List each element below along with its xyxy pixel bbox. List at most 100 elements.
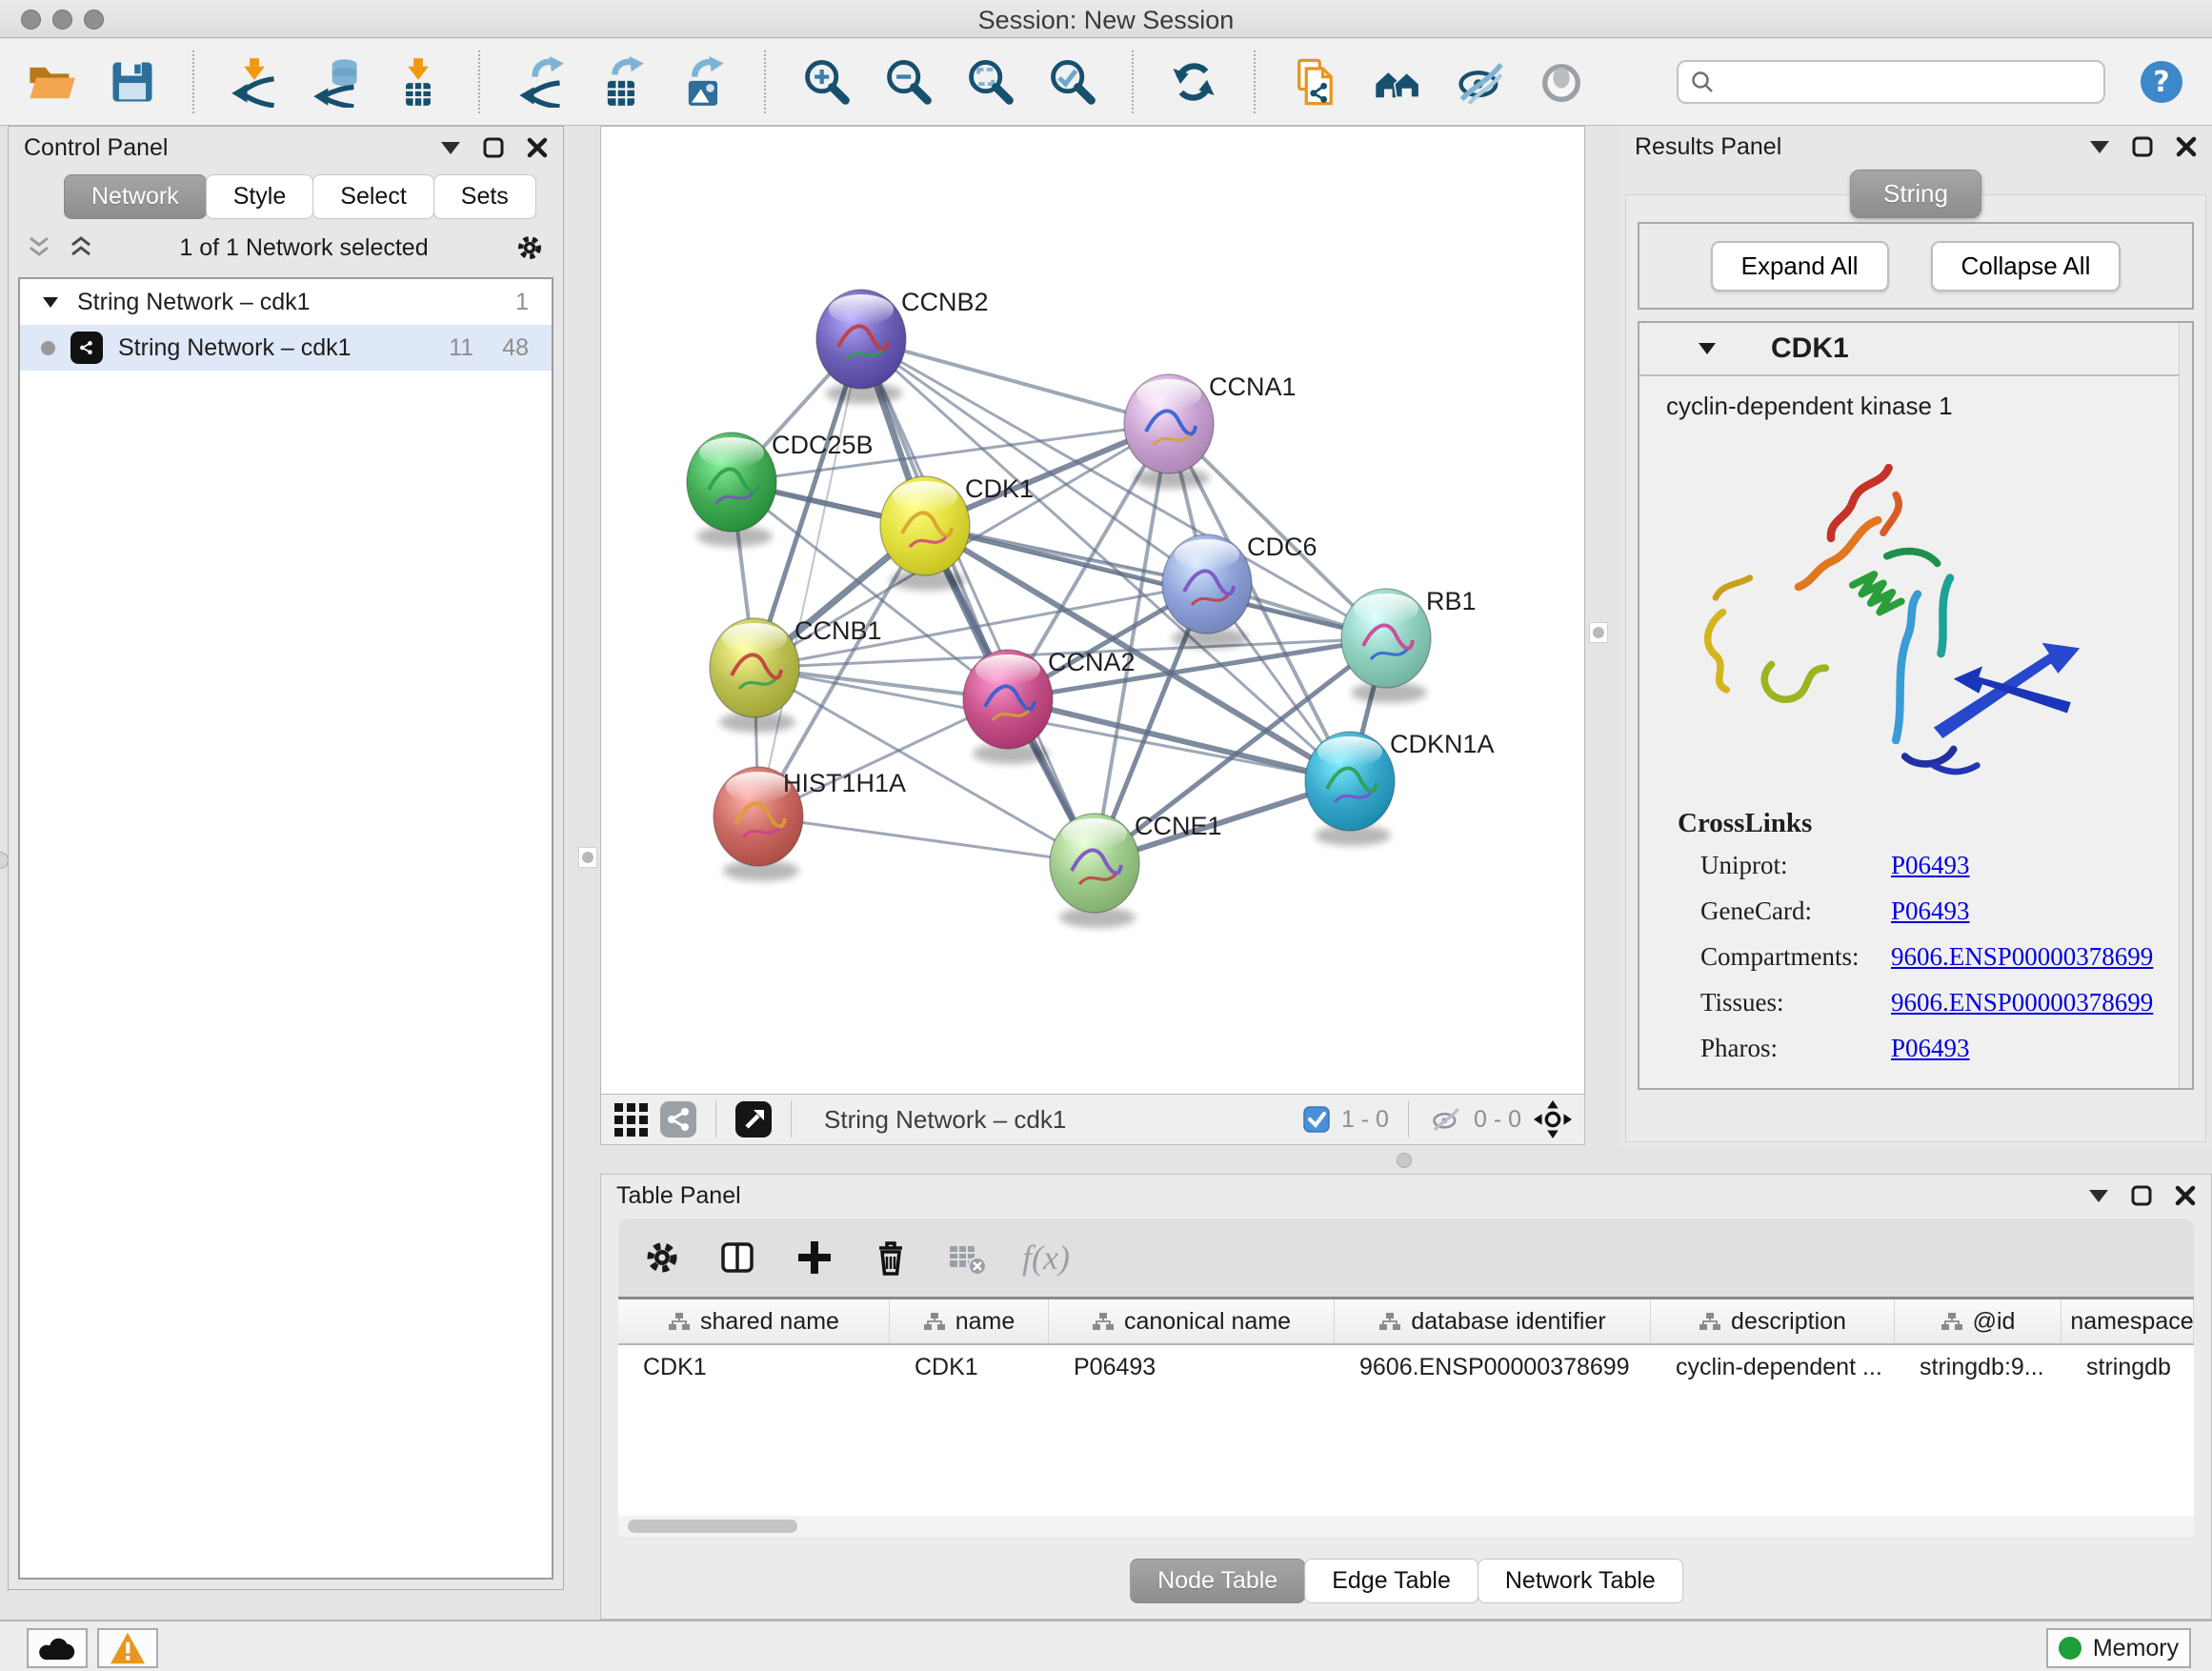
selected-checkbox-icon[interactable] [1303, 1106, 1330, 1133]
network-options-gear-icon[interactable] [513, 232, 546, 264]
memory-button[interactable]: Memory [2046, 1628, 2191, 1668]
column-header[interactable]: description [1651, 1299, 1895, 1343]
section-expanded-icon[interactable] [1699, 343, 1716, 354]
cell-shared-name[interactable]: CDK1 [618, 1345, 890, 1389]
cell-description[interactable]: cyclin-dependent ... [1651, 1345, 1895, 1389]
help-button[interactable]: ? [2136, 56, 2187, 108]
column-header[interactable]: @id [1895, 1299, 2061, 1343]
tab-node-table[interactable]: Node Table [1130, 1559, 1305, 1603]
zoom-selected-button[interactable] [1046, 56, 1097, 108]
grid-view-icon[interactable] [613, 1101, 649, 1137]
network-collection-row[interactable]: String Network – cdk1 1 [20, 279, 552, 325]
network-node-CDKN1A[interactable]: CDKN1A [1305, 730, 1495, 846]
create-column-plus-icon[interactable] [794, 1237, 835, 1278]
float-panel-icon[interactable] [441, 142, 460, 154]
edge-CCNE1-HIST1H1A[interactable] [758, 816, 1095, 863]
collapse-all-icon[interactable] [26, 236, 52, 259]
import-database-button[interactable] [311, 56, 362, 108]
results-scrollbar[interactable] [2179, 323, 2192, 1088]
network-node-CCNA1[interactable]: CCNA1 [1124, 372, 1297, 489]
toolbar-search[interactable] [1677, 60, 2105, 104]
zoom-in-button[interactable] [800, 56, 852, 108]
maximize-panel-icon[interactable] [2131, 1185, 2152, 1206]
tab-network[interactable]: Network [64, 174, 207, 219]
open-session-button[interactable] [25, 56, 76, 108]
tab-network-table[interactable]: Network Table [1478, 1559, 1683, 1603]
node-table[interactable]: shared name name canonical name database… [618, 1297, 2194, 1537]
horizontal-splitter[interactable] [600, 1146, 2212, 1174]
table-row[interactable]: CDK1 CDK1 P06493 9606.ENSP00000378699 cy… [618, 1345, 2194, 1389]
network-node-RB1[interactable]: RB1 [1341, 587, 1477, 703]
show-columns-icon[interactable] [717, 1237, 759, 1278]
close-panel-icon[interactable] [2176, 136, 2197, 157]
home-button[interactable] [1372, 56, 1423, 108]
left-splitter-handle[interactable] [578, 847, 597, 868]
node-label-CCNB1: CCNB1 [794, 616, 882, 645]
close-panel-icon[interactable] [527, 137, 548, 158]
export-table-button[interactable] [596, 56, 648, 108]
import-table-button[interactable] [392, 56, 444, 108]
export-image-button[interactable] [678, 56, 730, 108]
zoom-out-button[interactable] [882, 56, 934, 108]
network-node-CCNB2[interactable]: CCNB2 [816, 288, 989, 404]
export-network-button[interactable] [514, 56, 566, 108]
save-session-button[interactable] [107, 56, 158, 108]
warning-status-button[interactable] [97, 1628, 158, 1668]
right-splitter-handle[interactable] [1589, 622, 1608, 643]
column-header[interactable]: database identifier [1335, 1299, 1651, 1343]
close-panel-icon[interactable] [2175, 1185, 2196, 1206]
scrollbar-thumb[interactable] [628, 1520, 797, 1533]
cell-canonical-name[interactable]: P06493 [1049, 1345, 1335, 1389]
collection-expanded-icon[interactable] [43, 297, 58, 308]
cell-namespace[interactable]: stringdb [2061, 1345, 2194, 1389]
network-node-CCNE1[interactable]: CCNE1 [1050, 812, 1222, 928]
hide-glass-button[interactable] [1454, 56, 1505, 108]
expand-all-button[interactable]: Expand All [1711, 241, 1889, 292]
tab-edge-table[interactable]: Edge Table [1304, 1559, 1478, 1603]
horizontal-splitter-handle[interactable] [1397, 1153, 1412, 1168]
float-panel-icon[interactable] [2090, 141, 2109, 153]
search-input[interactable] [1722, 69, 2092, 95]
column-header[interactable]: shared name [618, 1299, 890, 1343]
table-options-gear-icon[interactable] [641, 1237, 683, 1278]
show-glass-button[interactable] [1536, 56, 1587, 108]
share-document-button[interactable] [1290, 56, 1341, 108]
tab-string[interactable]: String [1850, 170, 1981, 218]
protein-section-header[interactable]: CDK1 [1639, 323, 2192, 376]
column-header[interactable]: name [890, 1299, 1049, 1343]
network-node-CDC25B[interactable]: CDC25B [687, 431, 874, 547]
cell-database-identifier[interactable]: 9606.ENSP00000378699 [1335, 1345, 1651, 1389]
maximize-panel-icon[interactable] [483, 137, 504, 158]
crosslink-link[interactable]: 9606.ENSP00000378699 [1891, 942, 2153, 972]
network-view-toggle-icon[interactable] [660, 1101, 696, 1137]
expand-all-icon[interactable] [68, 236, 94, 259]
maximize-panel-icon[interactable] [2132, 136, 2153, 157]
cell-name[interactable]: CDK1 [890, 1345, 1049, 1389]
cell-id[interactable]: stringdb:9... [1895, 1345, 2061, 1389]
column-header[interactable]: namespace [2061, 1299, 2194, 1343]
crosslink-link[interactable]: 9606.ENSP00000378699 [1891, 988, 2153, 1017]
birdseye-view-icon[interactable] [735, 1101, 772, 1137]
network-canvas[interactable]: CCNB2CCNA1CDC25BCDK1CDC6RB1CCNB1CCNA2CDK… [600, 126, 1585, 1095]
crosslink-link[interactable]: P06493 [1891, 896, 1970, 926]
column-header[interactable]: canonical name [1049, 1299, 1335, 1343]
collapse-all-button[interactable]: Collapse All [1931, 241, 2122, 292]
tab-sets[interactable]: Sets [433, 174, 536, 219]
edge-CCNB2-HIST1H1A[interactable] [758, 339, 861, 816]
crosslink-link[interactable]: P06493 [1891, 851, 1970, 880]
table-horizontal-scrollbar[interactable] [618, 1516, 2194, 1537]
tab-style[interactable]: Style [206, 174, 314, 219]
network-row-selected[interactable]: String Network – cdk1 11 48 [20, 325, 552, 371]
delete-column-trash-icon[interactable] [870, 1237, 912, 1278]
network-node-CCNB1[interactable]: CCNB1 [710, 616, 882, 733]
apply-layout-button[interactable] [1168, 56, 1219, 108]
cloud-status-button[interactable] [27, 1628, 88, 1668]
fit-selected-target-icon[interactable] [1533, 1099, 1573, 1139]
float-panel-icon[interactable] [2089, 1190, 2108, 1202]
zoom-fit-button[interactable] [964, 56, 1016, 108]
network-graph[interactable]: CCNB2CCNA1CDC25BCDK1CDC6RB1CCNB1CCNA2CDK… [601, 127, 1586, 1096]
tab-select[interactable]: Select [312, 174, 433, 219]
network-node-CCNA2[interactable]: CCNA2 [963, 648, 1136, 764]
import-network-button[interactable] [229, 56, 280, 108]
crosslink-link[interactable]: P06493 [1891, 1034, 1970, 1063]
